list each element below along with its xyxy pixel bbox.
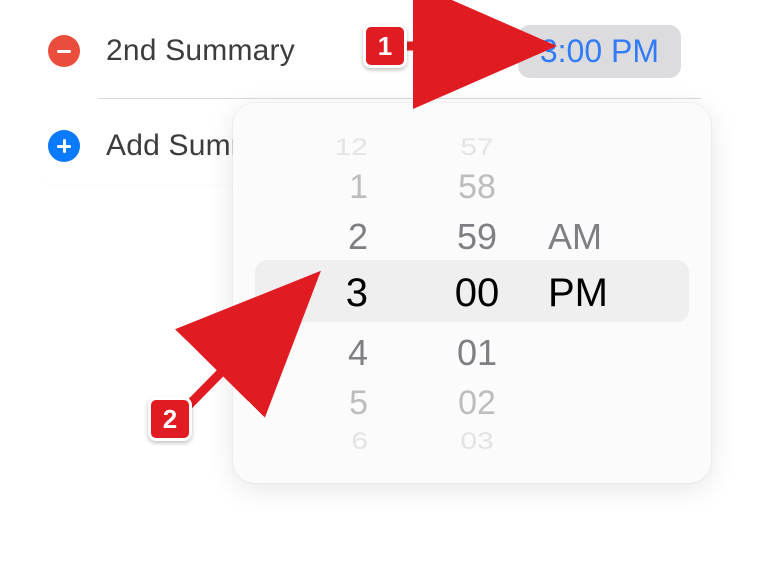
callout-marker-2: 2 xyxy=(148,397,192,441)
minute-option[interactable]: 02 xyxy=(412,386,542,420)
minute-option[interactable]: 58 xyxy=(412,170,542,204)
minute-option[interactable]: 59 xyxy=(412,219,542,255)
ampm-wheel[interactable]: AM PM xyxy=(542,103,662,483)
minute-option[interactable]: 57 xyxy=(412,136,542,160)
row-divider xyxy=(98,98,701,99)
add-summary-button[interactable] xyxy=(48,130,80,162)
minus-icon xyxy=(48,35,80,67)
hour-option[interactable]: 1 xyxy=(282,170,412,204)
remove-summary-button[interactable] xyxy=(48,35,80,67)
minute-option[interactable]: 03 xyxy=(412,430,542,454)
callout-arrow-1 xyxy=(400,26,560,66)
hour-option[interactable]: 12 xyxy=(282,136,412,160)
ampm-option[interactable]: AM xyxy=(542,219,662,255)
minute-option[interactable]: 01 xyxy=(412,335,542,371)
callout-marker-1: 1 xyxy=(363,24,407,68)
summary-row-label: 2nd Summary xyxy=(106,34,295,68)
hour-option[interactable]: 6 xyxy=(282,430,412,454)
plus-icon xyxy=(48,130,80,162)
hour-option[interactable]: 2 xyxy=(282,219,412,255)
ampm-option-selected[interactable]: PM xyxy=(542,273,662,313)
minute-wheel[interactable]: 57 58 59 00 01 02 03 xyxy=(412,103,542,483)
callout-arrow-2 xyxy=(172,272,342,432)
minute-option-selected[interactable]: 00 xyxy=(412,273,542,313)
